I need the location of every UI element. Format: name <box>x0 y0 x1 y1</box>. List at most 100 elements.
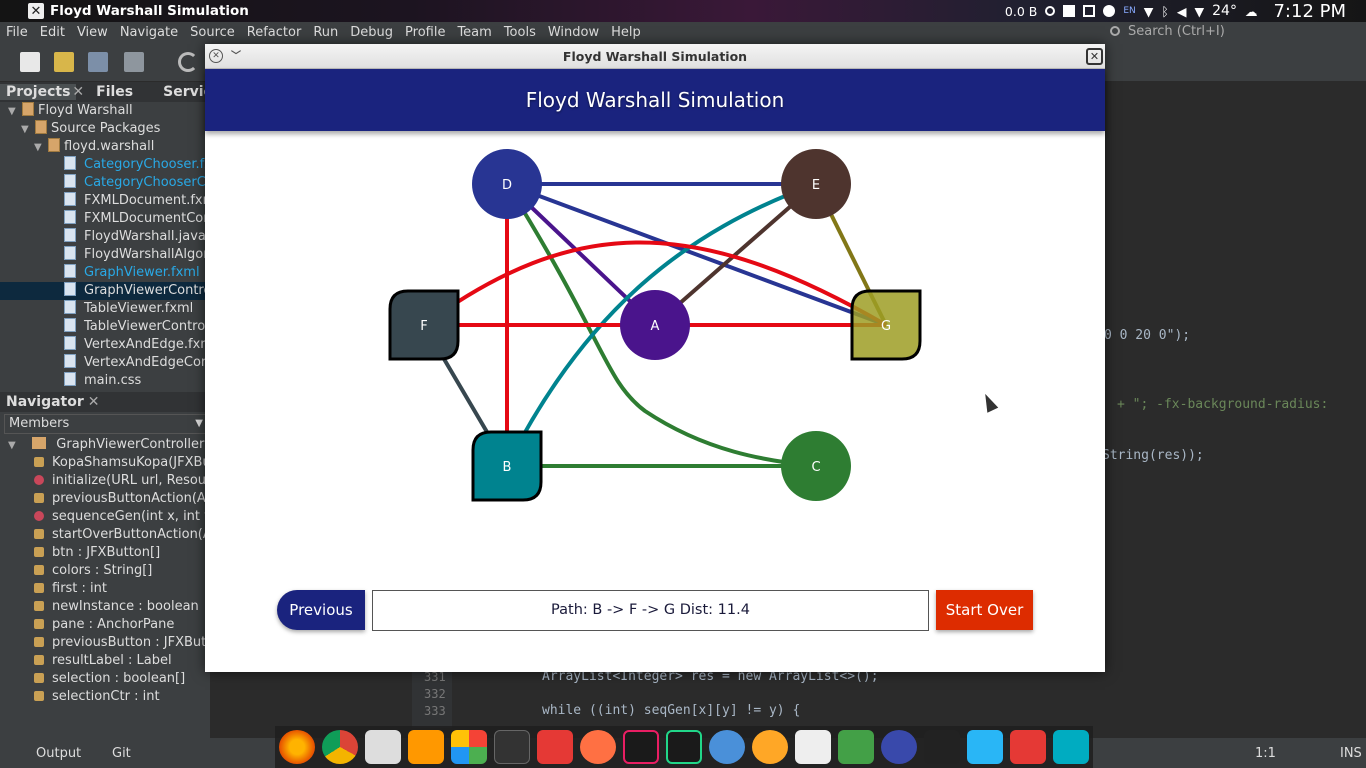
menu-view[interactable]: View <box>71 25 114 40</box>
keyboard-layout[interactable]: EN <box>1123 6 1135 16</box>
chart-app-icon[interactable] <box>838 730 874 764</box>
tree-item[interactable]: FloydWarshallAlgorith <box>0 246 210 264</box>
clock[interactable]: 7:12 PM <box>1273 1 1346 22</box>
tree-item[interactable]: CategoryChooser.fxml <box>0 156 210 174</box>
desktop-icon[interactable] <box>1053 730 1089 764</box>
menu-file[interactable]: File <box>0 25 34 40</box>
sublime-icon[interactable] <box>408 730 444 764</box>
tree-item[interactable]: ▼ floyd.warshall <box>0 138 210 156</box>
vertex-G[interactable]: G <box>850 289 922 361</box>
member-item[interactable]: initialize(URL url, Resour <box>0 472 210 490</box>
undo-icon[interactable] <box>178 52 198 72</box>
screen-icon[interactable] <box>1063 5 1076 17</box>
menu-debug[interactable]: Debug <box>344 25 399 40</box>
chrome-icon[interactable] <box>322 730 358 764</box>
member-item[interactable]: btn : JFXButton[] <box>0 544 210 562</box>
member-item[interactable]: previousButtonAction(Ac <box>0 490 210 508</box>
member-item[interactable]: newInstance : boolean <box>0 598 210 616</box>
installer-icon[interactable] <box>709 730 745 764</box>
expand-arrow-icon[interactable]: ▼ <box>21 121 31 138</box>
trash-icon[interactable] <box>1010 730 1046 764</box>
wifi-icon[interactable]: ▼ <box>1144 4 1154 19</box>
member-item[interactable]: first : int <box>0 580 210 598</box>
output-tab[interactable]: Output <box>36 746 81 761</box>
new-file-icon[interactable] <box>20 52 40 72</box>
member-item[interactable]: pane : AnchorPane <box>0 616 210 634</box>
member-item[interactable]: selection : boolean[] <box>0 670 210 688</box>
close-tab-icon[interactable]: ✕ <box>72 84 84 100</box>
menu-help[interactable]: Help <box>605 25 647 40</box>
member-item[interactable]: previousButton : JFXButto <box>0 634 210 652</box>
start-over-button[interactable]: Start Over <box>936 590 1033 630</box>
tree-item[interactable]: FXMLDocument.fxml <box>0 192 210 210</box>
member-item[interactable]: colors : String[] <box>0 562 210 580</box>
battery-icon[interactable] <box>1083 5 1096 17</box>
member-item[interactable]: sequenceGen(int x, int y <box>0 508 210 526</box>
vertex-C[interactable]: C <box>781 431 851 501</box>
vertex-F[interactable]: F <box>388 289 460 361</box>
cube-app-icon[interactable] <box>537 730 573 764</box>
vertex-B[interactable]: B <box>471 430 543 502</box>
close-window-button[interactable]: ✕ <box>1086 48 1103 65</box>
close-icon[interactable]: ✕ <box>209 49 223 63</box>
tree-item[interactable]: TableViewerController <box>0 318 210 336</box>
tree-item[interactable]: ▼ Source Packages <box>0 120 210 138</box>
expand-arrow-icon[interactable]: ▼ <box>34 139 44 156</box>
hand-app-icon[interactable] <box>580 730 616 764</box>
ide-search-input[interactable]: Search (Ctrl+I) <box>1106 24 1356 40</box>
tree-item[interactable]: CategoryChooserCont <box>0 174 210 192</box>
terminal-icon[interactable] <box>494 730 530 764</box>
chevron-down-icon[interactable]: ﹀ <box>231 44 241 69</box>
vertex-E[interactable]: E <box>781 149 851 219</box>
tree-item[interactable]: main.css <box>0 372 210 390</box>
tab-projects[interactable]: Projects <box>0 84 77 100</box>
member-item[interactable]: startOverButtonAction(A <box>0 526 210 544</box>
previous-button[interactable]: Previous <box>277 590 365 630</box>
menu-team[interactable]: Team <box>451 25 497 40</box>
tree-item[interactable]: TableViewer.fxml <box>0 300 210 318</box>
tree-item[interactable]: GraphViewerControlle <box>0 282 210 300</box>
menu-window[interactable]: Window <box>542 25 605 40</box>
menu-edit[interactable]: Edit <box>34 25 71 40</box>
member-item[interactable]: KopaShamsuKopa(JFXBu <box>0 454 210 472</box>
close-x-icon[interactable] <box>924 730 960 764</box>
expand-arrow-icon[interactable]: ▼ <box>8 103 18 120</box>
member-item[interactable]: resultLabel : Label <box>0 652 210 670</box>
wizard-icon[interactable] <box>881 730 917 764</box>
tree-item[interactable]: FXMLDocumentContro <box>0 210 210 228</box>
pycharm-icon[interactable] <box>666 730 702 764</box>
file-manager-icon[interactable] <box>365 730 401 764</box>
close-app-icon[interactable]: ✕ <box>28 3 44 19</box>
menu-refactor[interactable]: Refactor <box>241 25 308 40</box>
tree-item[interactable]: FloydWarshall.java <box>0 228 210 246</box>
tree-item[interactable]: GraphViewer.fxml <box>0 264 210 282</box>
close-tab-icon[interactable]: ✕ <box>88 394 100 410</box>
tab-files[interactable]: Files <box>90 84 139 100</box>
menu-navigate[interactable]: Navigate <box>114 25 184 40</box>
menu-run[interactable]: Run <box>307 25 344 40</box>
members-filter-select[interactable]: Members ▼ <box>4 414 206 434</box>
folder-icon[interactable] <box>967 730 1003 764</box>
menu-source[interactable]: Source <box>184 25 241 40</box>
search-icon[interactable] <box>1045 6 1056 16</box>
menu-profile[interactable]: Profile <box>399 25 451 40</box>
new-project-icon[interactable] <box>54 52 74 72</box>
menu-tools[interactable]: Tools <box>498 25 542 40</box>
git-tab[interactable]: Git <box>112 746 131 761</box>
save-all-icon[interactable] <box>124 52 144 72</box>
document-viewer-icon[interactable] <box>795 730 831 764</box>
open-project-icon[interactable] <box>88 52 108 72</box>
tree-item[interactable]: VertexAndEdge.fxml <box>0 336 210 354</box>
vertex-A[interactable]: A <box>620 290 690 360</box>
window-titlebar[interactable]: ✕ ﹀ Floyd Warshall Simulation ✕ <box>205 44 1105 69</box>
dropbox-icon[interactable] <box>1103 5 1116 17</box>
office-icon[interactable] <box>451 730 487 764</box>
intellij-icon[interactable] <box>623 730 659 764</box>
tree-item[interactable]: VertexAndEdgeContro <box>0 354 210 372</box>
member-item[interactable]: selectionCtr : int <box>0 688 210 706</box>
tree-item[interactable]: ▼ Floyd Warshall <box>0 102 210 120</box>
firefox-icon[interactable] <box>279 730 315 764</box>
navigator-root[interactable]: ▼ GraphViewerController :: I <box>0 436 210 454</box>
volume-icon[interactable]: ◀ <box>1177 4 1187 19</box>
bluetooth-icon[interactable]: ᛒ <box>1161 4 1169 19</box>
